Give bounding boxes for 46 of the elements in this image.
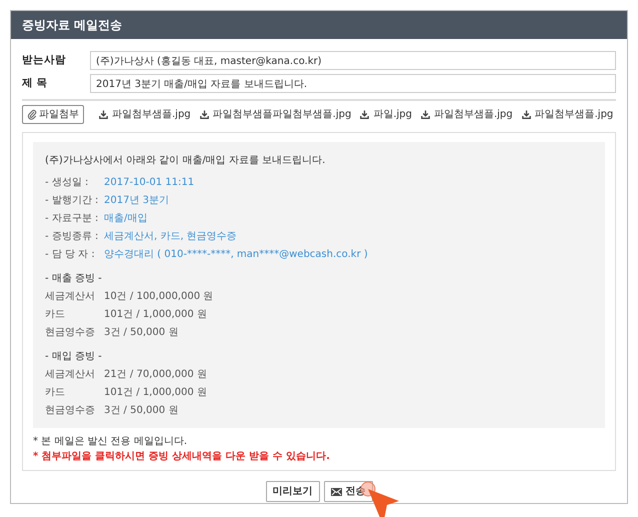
- download-icon: [360, 110, 370, 119]
- download-icon: [200, 110, 209, 119]
- item-label: 카드: [45, 386, 66, 400]
- intro-text: (주)가나상사에서 아래와 같이 매출/매입 자료를 보내드립니다.: [45, 154, 326, 168]
- attachment-link[interactable]: 파일.jpg: [360, 107, 412, 122]
- item-label: 현금영수증: [45, 326, 96, 340]
- detail-value: 2017년 3분기: [104, 194, 169, 208]
- item-value: 10건 / 100,000,000 원: [104, 290, 214, 304]
- section-heading: - 매입 증빙 -: [45, 350, 103, 364]
- attachment-link[interactable]: 파일첨부샘플.jpg: [522, 107, 614, 122]
- recipient-field[interactable]: (주)가나상사 (홍길동 대표, master@kana.co.kr): [90, 51, 616, 70]
- attachment-link[interactable]: 파일첨부샘플.jpg: [420, 107, 513, 122]
- warning-text: * 첨부파일을 클릭하시면 증빙 상세내역을 다운 받을 수 있습니다.: [33, 450, 331, 464]
- subject-field[interactable]: 2017년 3분기 매출/매입 자료를 보내드립니다.: [90, 74, 616, 93]
- item-label: 세금계산서: [45, 368, 96, 382]
- item-label: 현금영수증: [45, 404, 96, 418]
- item-label: 카드: [45, 308, 66, 322]
- window-title: 증빙자료 메일전송: [11, 11, 627, 39]
- detail-label: - 발행기간 :: [45, 194, 100, 208]
- attachment-link[interactable]: 파일첨부샘플파일첨부샘플.jpg: [200, 107, 352, 122]
- item-value: 21건 / 70,000,000 원: [104, 368, 207, 382]
- field-label: 제 목: [22, 76, 49, 91]
- item-value: 101건 / 1,000,000 원: [104, 308, 207, 322]
- attach-file-button[interactable]: 파일첨부: [22, 105, 84, 124]
- section-heading: - 매출 증빙 -: [45, 272, 103, 286]
- item-value: 3건 / 50,000 원: [104, 326, 178, 340]
- download-icon: [99, 110, 108, 119]
- item-value: 101건 / 1,000,000 원: [104, 386, 207, 400]
- field-label: 받는사람: [22, 52, 67, 68]
- detail-value: 세금계산서, 카드, 현금영수증: [104, 230, 237, 244]
- detail-label: - 담 당 자 :: [45, 248, 96, 262]
- download-icon: [522, 110, 531, 119]
- detail-value: 2017-10-01 11:11: [104, 176, 194, 190]
- download-icon: [420, 110, 430, 119]
- detail-value: 양수경대리 ( 010-****-****, man****@webcash.co.kr ): [104, 248, 368, 262]
- detail-label: - 자료구분 :: [45, 212, 100, 226]
- detail-label: - 생성일 :: [45, 176, 90, 190]
- detail-value: 매출/매입: [104, 212, 148, 226]
- paperclip-icon: [27, 109, 37, 120]
- detail-label: - 증빙종류 :: [45, 230, 100, 244]
- mail-icon: [330, 488, 342, 496]
- preview-button[interactable]: 미리보기: [266, 481, 320, 502]
- item-label: 세금계산서: [45, 290, 96, 304]
- attachment-link[interactable]: 파일첨부샘플.jpg: [99, 107, 191, 122]
- item-value: 3건 / 50,000 원: [104, 404, 178, 418]
- note-text: * 본 메일은 발신 전용 메일입니다.: [33, 435, 188, 449]
